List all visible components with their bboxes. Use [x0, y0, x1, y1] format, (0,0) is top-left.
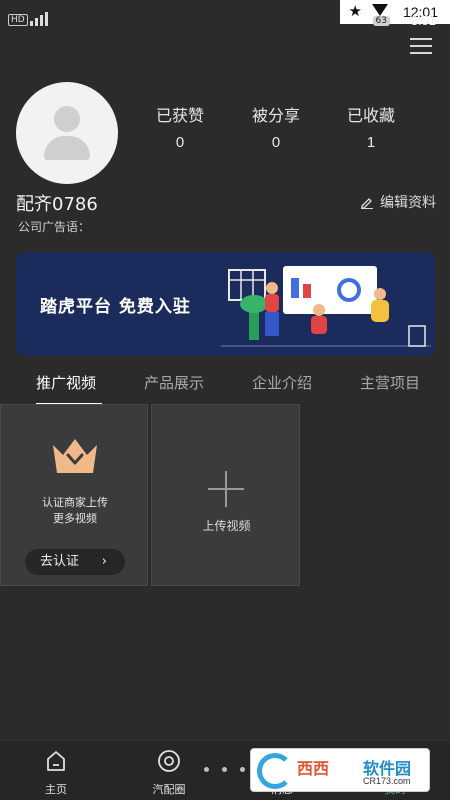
menu-icon[interactable] [410, 38, 432, 56]
content-tabs: 推广视频 产品展示 企业介绍 主营项目 [0, 366, 450, 406]
stat-likes-label: 已获赞 [155, 106, 204, 125]
verify-card: 认证商家上传 更多视频 去认证 › [0, 404, 148, 586]
chevron-right-icon: › [101, 554, 107, 569]
tab-company-intro[interactable]: 企业介绍 [252, 372, 312, 393]
hd-badge: HD [8, 14, 28, 26]
watermark-name-a: 西西 [297, 759, 330, 778]
go-verify-label: 去认证 [40, 554, 80, 569]
stat-favorites-value: 1 [366, 134, 376, 151]
stat-shares[interactable]: 被分享 0 [236, 102, 316, 151]
stat-favorites[interactable]: 已收藏 1 [331, 102, 411, 151]
battery-badge: 63 [372, 16, 390, 26]
circle-icon [158, 750, 180, 772]
watermark-logo-icon [257, 753, 293, 789]
go-verify-button[interactable]: 去认证 › [25, 549, 125, 575]
stat-shares-label: 被分享 [251, 106, 300, 125]
crown-icon [53, 439, 97, 473]
watermark-domain: CR173.com [363, 776, 411, 786]
nav-circle-label: 汽配圈 [152, 783, 186, 796]
app-status-bar: HD 63 3:51 [0, 0, 450, 34]
plus-icon [208, 471, 244, 507]
tab-products[interactable]: 产品展示 [144, 372, 204, 393]
tab-promo-videos[interactable]: 推广视频 [36, 372, 96, 393]
avatar-head [54, 106, 80, 132]
home-icon [47, 751, 65, 771]
edit-pen-icon [361, 198, 373, 209]
nav-circle[interactable]: 汽配圈 [129, 741, 209, 800]
banner-illustration [221, 266, 431, 347]
nav-home-label: 主页 [45, 783, 67, 796]
upload-video-card[interactable]: 上传视频 [151, 404, 300, 586]
stat-likes[interactable]: 已获赞 0 [140, 102, 220, 151]
verify-text-line2: 更多视频 [53, 512, 97, 525]
verify-text-line1: 认证商家上传 [42, 496, 108, 509]
nickname: 配齐0786 [16, 194, 98, 215]
banner-text: 踏虎平台 免费入驻 [40, 297, 191, 317]
promo-banner[interactable]: 踏虎平台 免费入驻 [16, 252, 435, 356]
signal-icon [30, 12, 70, 26]
stat-likes-value: 0 [175, 134, 185, 151]
company-slogan: 公司广告语： [18, 220, 91, 234]
avatar[interactable] [16, 82, 118, 184]
upload-video-label: 上传视频 [202, 519, 251, 533]
edit-profile-button[interactable]: 编辑资料 [360, 192, 436, 212]
watermark: 西西 软件园 CR173.com [250, 748, 430, 792]
tab-main-business[interactable]: 主营项目 [360, 372, 420, 393]
app-time: 3:51 [410, 13, 436, 28]
edit-profile-label: 编辑资料 [380, 195, 436, 211]
stat-favorites-label: 已收藏 [346, 106, 395, 125]
nav-home[interactable]: 主页 [16, 741, 96, 800]
avatar-body [44, 136, 90, 160]
stat-shares-value: 0 [271, 134, 281, 151]
